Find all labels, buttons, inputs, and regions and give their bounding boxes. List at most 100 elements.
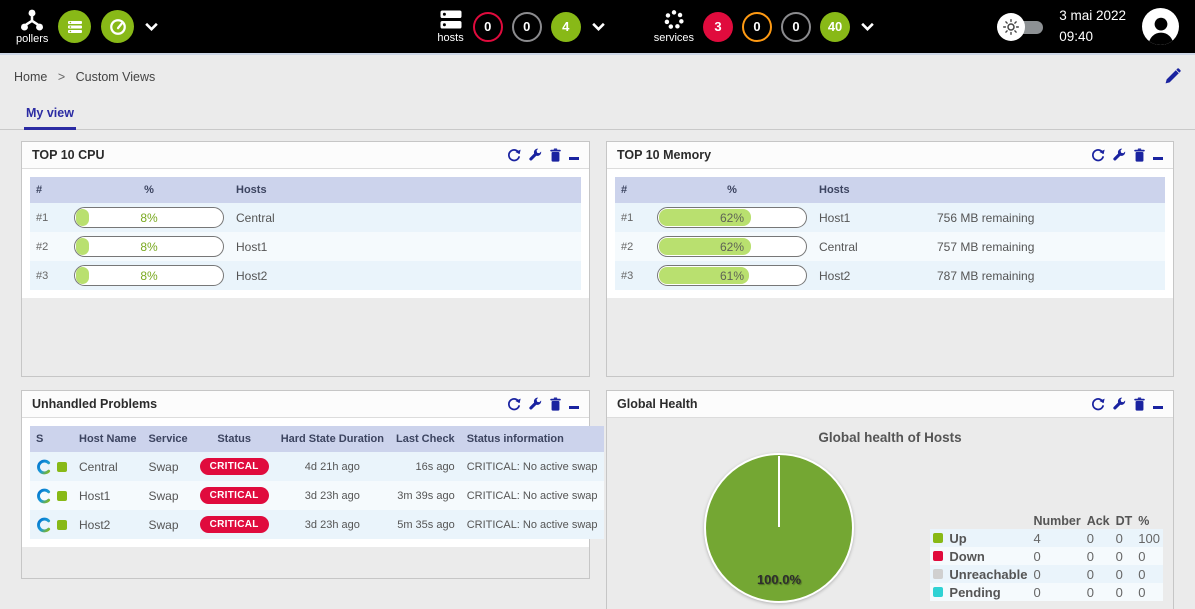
service-cell: Swap xyxy=(142,510,193,539)
refresh-icon[interactable] xyxy=(1091,397,1105,411)
table-row[interactable]: Central Swap CRITICAL 4d 21h ago 16s ago… xyxy=(30,452,604,481)
edit-view-button[interactable] xyxy=(1164,68,1181,85)
breadcrumb-custom-views[interactable]: Custom Views xyxy=(76,70,156,84)
services-menu[interactable]: services xyxy=(654,9,694,44)
legend-label: Unreachable xyxy=(949,567,1027,582)
centreon-logo-icon[interactable] xyxy=(36,517,52,533)
minimize-icon[interactable] xyxy=(569,400,579,409)
memory-usage-bar: 61% xyxy=(657,265,807,286)
services-unknown-count[interactable]: 0 xyxy=(781,12,811,42)
view-tabs: My view xyxy=(0,100,1195,130)
col-status-information: Status information xyxy=(461,426,604,452)
breadcrumb-home[interactable]: Home xyxy=(14,70,47,84)
services-status-group: services 3 0 0 40 xyxy=(654,9,875,44)
host-cell: Host1 xyxy=(230,232,581,261)
service-cell: Swap xyxy=(142,481,193,510)
wrench-icon[interactable] xyxy=(528,397,542,411)
services-warning-count[interactable]: 0 xyxy=(742,12,772,42)
problems-table: S Host Name Service Status Hard State Du… xyxy=(30,426,604,539)
hosts-down-count[interactable]: 0 xyxy=(473,12,503,42)
wrench-icon[interactable] xyxy=(1112,397,1126,411)
tab-my-view[interactable]: My view xyxy=(24,100,76,130)
widget-title: TOP 10 Memory xyxy=(617,148,711,162)
clock-time: 09:40 xyxy=(1059,27,1126,47)
refresh-icon[interactable] xyxy=(1091,148,1105,162)
hosts-label: hosts xyxy=(437,32,463,44)
user-avatar[interactable] xyxy=(1142,8,1179,45)
widget-title: TOP 10 CPU xyxy=(32,148,105,162)
legend-ack: 0 xyxy=(1084,547,1113,565)
table-row[interactable]: #2 8% Host1 xyxy=(30,232,581,261)
table-row[interactable]: #3 61% Host2 787 MB remaining xyxy=(615,261,1165,290)
service-cell: Swap xyxy=(142,452,193,481)
refresh-icon[interactable] xyxy=(507,148,521,162)
status-badge: CRITICAL xyxy=(200,458,269,475)
table-row[interactable]: Host2 Swap CRITICAL 3d 23h ago 5m 35s ag… xyxy=(30,510,604,539)
legend-ack: 0 xyxy=(1084,565,1113,583)
status-badge: CRITICAL xyxy=(200,487,269,504)
table-row[interactable]: Host1 Swap CRITICAL 3d 23h ago 3m 39s ag… xyxy=(30,481,604,510)
pencil-icon xyxy=(1164,68,1181,85)
duration-cell: 4d 21h ago xyxy=(275,452,390,481)
minimize-icon[interactable] xyxy=(1153,400,1163,409)
refresh-icon[interactable] xyxy=(507,397,521,411)
legend-dt: 0 xyxy=(1113,583,1136,601)
cpu-usage-bar: 8% xyxy=(74,265,224,286)
duration-cell: 3d 23h ago xyxy=(275,481,390,510)
services-ok-count[interactable]: 40 xyxy=(820,12,850,42)
poller-gauge-button[interactable] xyxy=(101,10,134,43)
legend-number: 4 xyxy=(1030,529,1083,547)
cpu-table: # % Hosts #1 8% Central #2 8% Host1 xyxy=(30,177,581,290)
table-row[interactable]: #3 8% Host2 xyxy=(30,261,581,290)
col-percent: % xyxy=(651,177,813,203)
widget-header: Unhandled Problems xyxy=(22,391,589,418)
widget-top10-cpu: TOP 10 CPU # % Hosts #1 xyxy=(21,141,590,377)
wrench-icon[interactable] xyxy=(528,148,542,162)
widget-actions xyxy=(1091,148,1163,162)
services-expand-chevron[interactable] xyxy=(860,21,875,32)
trash-icon[interactable] xyxy=(1133,148,1146,162)
gauge-icon xyxy=(109,18,127,36)
hosts-unreachable-count[interactable]: 0 xyxy=(512,12,542,42)
pollers-expand-chevron[interactable] xyxy=(144,21,159,32)
widget-body: S Host Name Service Status Hard State Du… xyxy=(22,418,589,547)
table-row[interactable]: #2 62% Central 757 MB remaining xyxy=(615,232,1165,261)
table-row[interactable]: #1 8% Central xyxy=(30,203,581,232)
hosts-menu[interactable]: hosts xyxy=(437,9,463,44)
centreon-logo-icon[interactable] xyxy=(36,488,52,504)
memory-table: # % Hosts #1 62% Host1 756 MB remaining … xyxy=(615,177,1165,290)
host-cell: Central xyxy=(73,452,142,481)
col-rank: # xyxy=(615,177,651,203)
host-cell: Host1 xyxy=(813,203,931,232)
trash-icon[interactable] xyxy=(1133,397,1146,411)
centreon-logo-icon[interactable] xyxy=(36,459,52,475)
services-critical-count[interactable]: 3 xyxy=(703,12,733,42)
col-last-check: Last Check xyxy=(390,426,461,452)
legend-label: Up xyxy=(949,531,966,546)
theme-toggle[interactable] xyxy=(997,13,1043,41)
topbar-right: 3 mai 2022 09:40 xyxy=(997,6,1179,47)
hosts-up-count[interactable]: 4 xyxy=(551,12,581,42)
hosts-health-pie: 100.0% xyxy=(704,453,854,603)
legend-percent: 0 xyxy=(1135,547,1163,565)
chart-title: Global health of Hosts xyxy=(607,430,1173,445)
legend-col-dt: DT xyxy=(1113,513,1136,529)
trash-icon[interactable] xyxy=(549,148,562,162)
pollers-menu[interactable]: pollers xyxy=(16,9,48,45)
legend-row: Up 4 0 0 100 xyxy=(930,529,1163,547)
widget-header: TOP 10 Memory xyxy=(607,142,1173,169)
widget-body: # % Hosts #1 8% Central #2 8% Host1 xyxy=(22,169,589,298)
percent-label: 8% xyxy=(75,266,223,285)
hosts-expand-chevron[interactable] xyxy=(591,21,606,32)
hosts-icon xyxy=(439,9,463,30)
cpu-usage-bar: 8% xyxy=(74,207,224,228)
minimize-icon[interactable] xyxy=(569,151,579,160)
remaining-cell: 756 MB remaining xyxy=(931,203,1165,232)
trash-icon[interactable] xyxy=(549,397,562,411)
poller-list-button[interactable] xyxy=(58,10,91,43)
rank-cell: #2 xyxy=(30,232,68,261)
minimize-icon[interactable] xyxy=(1153,151,1163,160)
table-row[interactable]: #1 62% Host1 756 MB remaining xyxy=(615,203,1165,232)
wrench-icon[interactable] xyxy=(1112,148,1126,162)
col-rank: # xyxy=(30,177,68,203)
